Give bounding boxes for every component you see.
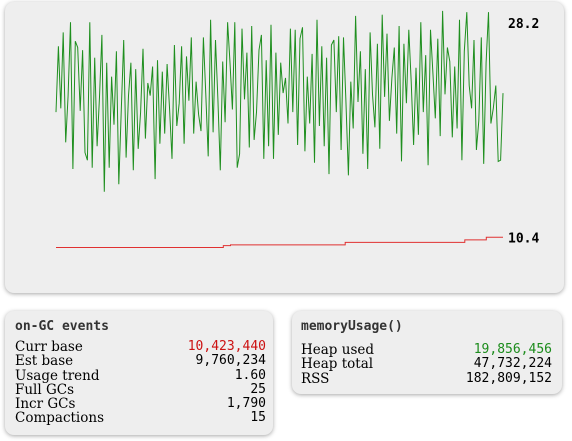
mem-stat-value: 19,856,456 [473,342,552,357]
gc-stat-row: Full GCs 25 [15,381,266,398]
gc-stat-label: Est base [15,353,74,370]
mem-stat-label: Heap total [301,356,374,373]
gc-stat-value: 15 [250,410,266,426]
gc-stat-row: Incr GCs 1,790 [15,396,266,413]
gc-stat-row: Est base 9,760,234 [15,353,266,370]
heap-used-series-line [55,10,504,192]
memory-chart-panel: 28.2 10.4 [5,2,564,293]
gc-stat-label: Compactions [15,410,105,427]
mem-stat-label: Heap used [301,342,374,358]
mem-stat-row: Heap total 47,732,224 [301,356,552,373]
mem-stat-row: Heap used 19,856,456 [301,342,552,358]
mem-stat-label: RSS [301,370,330,387]
gc-events-table: Curr base 10,423,440 Est base 9,760,234 Usag… [15,340,266,426]
heap-base-series-line [56,236,503,248]
gc-events-title: on-GC events [15,319,109,334]
gc-stat-label: Curr base [15,339,83,355]
gc-stat-value: 10,423,440 [187,339,266,354]
mem-stat-value: 47,732,224 [473,356,552,372]
gc-stat-label: Usage trend [15,367,100,384]
heap-base-end-label: 10.4 [508,231,539,246]
memory-usage-table: Heap used 19,856,456 Heap total 47,732,224 R… [301,343,552,386]
memory-usage-panel: memoryUsage() Heap used 19,856,456 Heap to… [292,311,562,394]
mem-stat-row: RSS 182,809,152 [301,370,552,387]
gc-events-panel: on-GC events Curr base 10,423,440 Est base… [5,311,273,435]
gc-stat-label: Full GCs [15,381,75,398]
gc-stat-value: 1,790 [226,396,266,412]
gc-stat-row: Curr base 10,423,440 [15,339,266,355]
gc-stat-value: 25 [250,381,266,397]
gc-stat-value: 9,760,234 [195,353,266,369]
gc-stat-row: Compactions 15 [15,410,266,427]
heap-used-end-label: 28.2 [508,17,539,32]
mem-stat-value: 182,809,152 [465,370,552,386]
gc-stat-value: 1.60 [234,367,266,383]
gc-stat-row: Usage trend 1.60 [15,367,266,384]
memory-line-chart: 28.2 10.4 [55,10,539,248]
memory-usage-title: memoryUsage() [301,319,403,334]
gc-stat-label: Incr GCs [15,396,76,413]
